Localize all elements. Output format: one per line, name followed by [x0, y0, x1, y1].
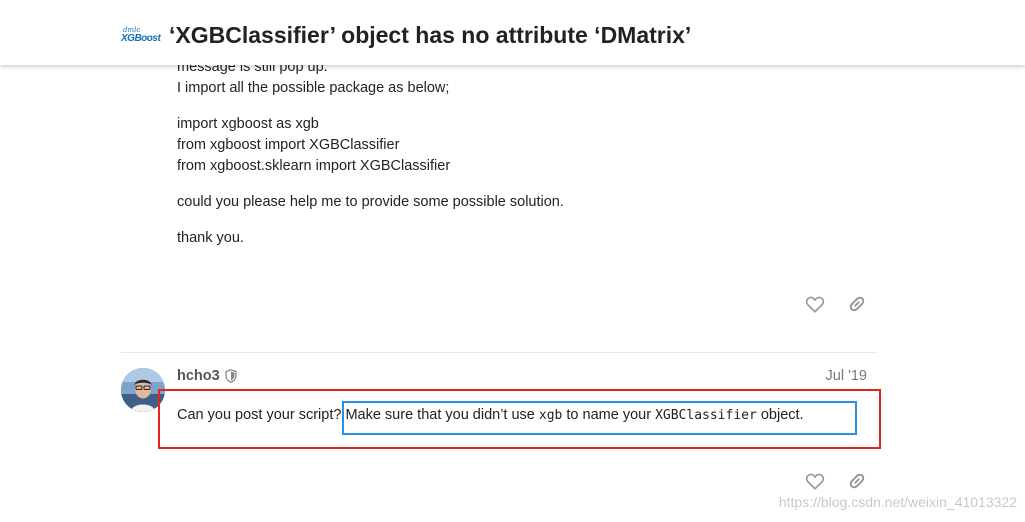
logo-text: XGBoost	[121, 33, 161, 44]
post-paragraph: import xgboost as xgb from xgboost impor…	[177, 114, 450, 177]
link-icon	[849, 473, 865, 489]
heart-icon	[805, 296, 825, 313]
link-icon	[849, 296, 865, 312]
heart-icon	[805, 473, 825, 490]
share-link-button[interactable]	[846, 470, 868, 492]
blue-annotation-box	[342, 401, 857, 435]
post-divider	[121, 352, 878, 353]
like-button[interactable]	[804, 470, 826, 492]
post-paragraph: thank you.	[177, 228, 244, 249]
post-line: I import all the possible package as bel…	[177, 80, 450, 96]
post-author[interactable]: hcho3	[177, 367, 220, 385]
shield-icon	[225, 369, 237, 383]
post-paragraph: could you please help me to provide some…	[177, 192, 564, 213]
page-title[interactable]: ‘XGBClassifier’ object has no attribute …	[169, 20, 691, 50]
post-line: thank you.	[177, 230, 244, 246]
topic-header: dmlc XGBoost ‘XGBClassifier’ object has …	[0, 0, 1025, 65]
post-date[interactable]: Jul '19	[826, 367, 867, 385]
post-line: from xgboost import XGBClassifier	[177, 137, 400, 153]
watermark: https://blog.csdn.net/weixin_41013322	[778, 494, 1017, 510]
site-logo[interactable]: dmlc XGBoost	[121, 27, 161, 45]
like-button[interactable]	[804, 293, 826, 315]
post-line: import xgboost as xgb	[177, 116, 319, 132]
post-line: could you please help me to provide some…	[177, 194, 564, 210]
share-link-button[interactable]	[846, 293, 868, 315]
post-line: from xgboost.sklearn import XGBClassifie…	[177, 158, 451, 174]
topic-body: message is still pop up. I import all th…	[0, 0, 1025, 522]
